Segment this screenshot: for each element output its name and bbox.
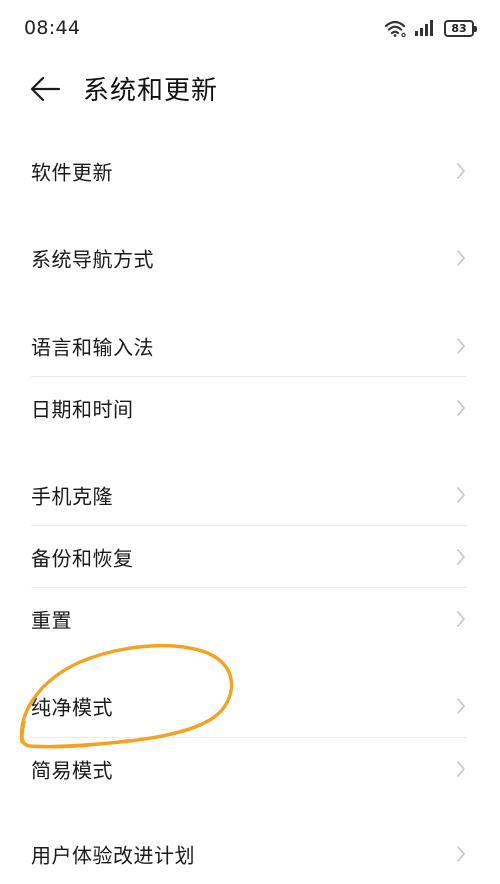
page-title: 系统和更新 (83, 76, 219, 106)
item-label: 纯净模式 (31, 695, 113, 720)
settings-item-user-experience[interactable]: 用户体验改进计划 (0, 822, 500, 884)
status-icons: 83 (384, 17, 477, 39)
chevron-right-icon (457, 250, 465, 266)
signal-icon (415, 20, 433, 36)
item-label: 重置 (31, 608, 72, 633)
chevron-right-icon (457, 400, 465, 416)
chevron-right-icon (457, 487, 465, 503)
battery-icon: 83 (444, 19, 477, 37)
battery-level: 83 (451, 21, 467, 35)
item-label: 系统导航方式 (31, 247, 154, 272)
wifi-icon (384, 20, 406, 37)
status-bar: 08:44 83 (0, 0, 500, 58)
back-button[interactable] (28, 72, 64, 106)
settings-item-phone-clone[interactable]: 手机克隆 (0, 464, 500, 526)
chevron-right-icon (457, 163, 465, 179)
settings-item-date-time[interactable]: 日期和时间 (0, 377, 500, 439)
item-label: 手机克隆 (31, 484, 113, 509)
chevron-right-icon (457, 698, 465, 714)
settings-item-software-update[interactable]: 软件更新 (0, 140, 500, 202)
settings-item-navigation[interactable]: 系统导航方式 (0, 227, 500, 289)
status-time: 08:44 (24, 17, 81, 39)
item-label: 用户体验改进计划 (31, 843, 195, 868)
item-label: 语言和输入法 (31, 335, 154, 360)
chevron-right-icon (457, 611, 465, 627)
header: 系统和更新 (0, 58, 500, 120)
item-label: 日期和时间 (31, 397, 134, 422)
settings-item-simple-mode[interactable]: 简易模式 (0, 738, 500, 800)
settings-item-backup-restore[interactable]: 备份和恢复 (0, 526, 500, 588)
chevron-right-icon (457, 761, 465, 777)
settings-item-reset[interactable]: 重置 (0, 588, 500, 650)
chevron-right-icon (457, 549, 465, 565)
chevron-right-icon (457, 846, 465, 862)
item-label: 软件更新 (31, 160, 113, 185)
back-arrow-icon (30, 76, 61, 102)
item-label: 简易模式 (31, 758, 113, 783)
chevron-right-icon (457, 338, 465, 354)
item-label: 备份和恢复 (31, 546, 134, 571)
settings-item-language-input[interactable]: 语言和输入法 (0, 315, 500, 377)
settings-item-pure-mode[interactable]: 纯净模式 (0, 675, 500, 737)
